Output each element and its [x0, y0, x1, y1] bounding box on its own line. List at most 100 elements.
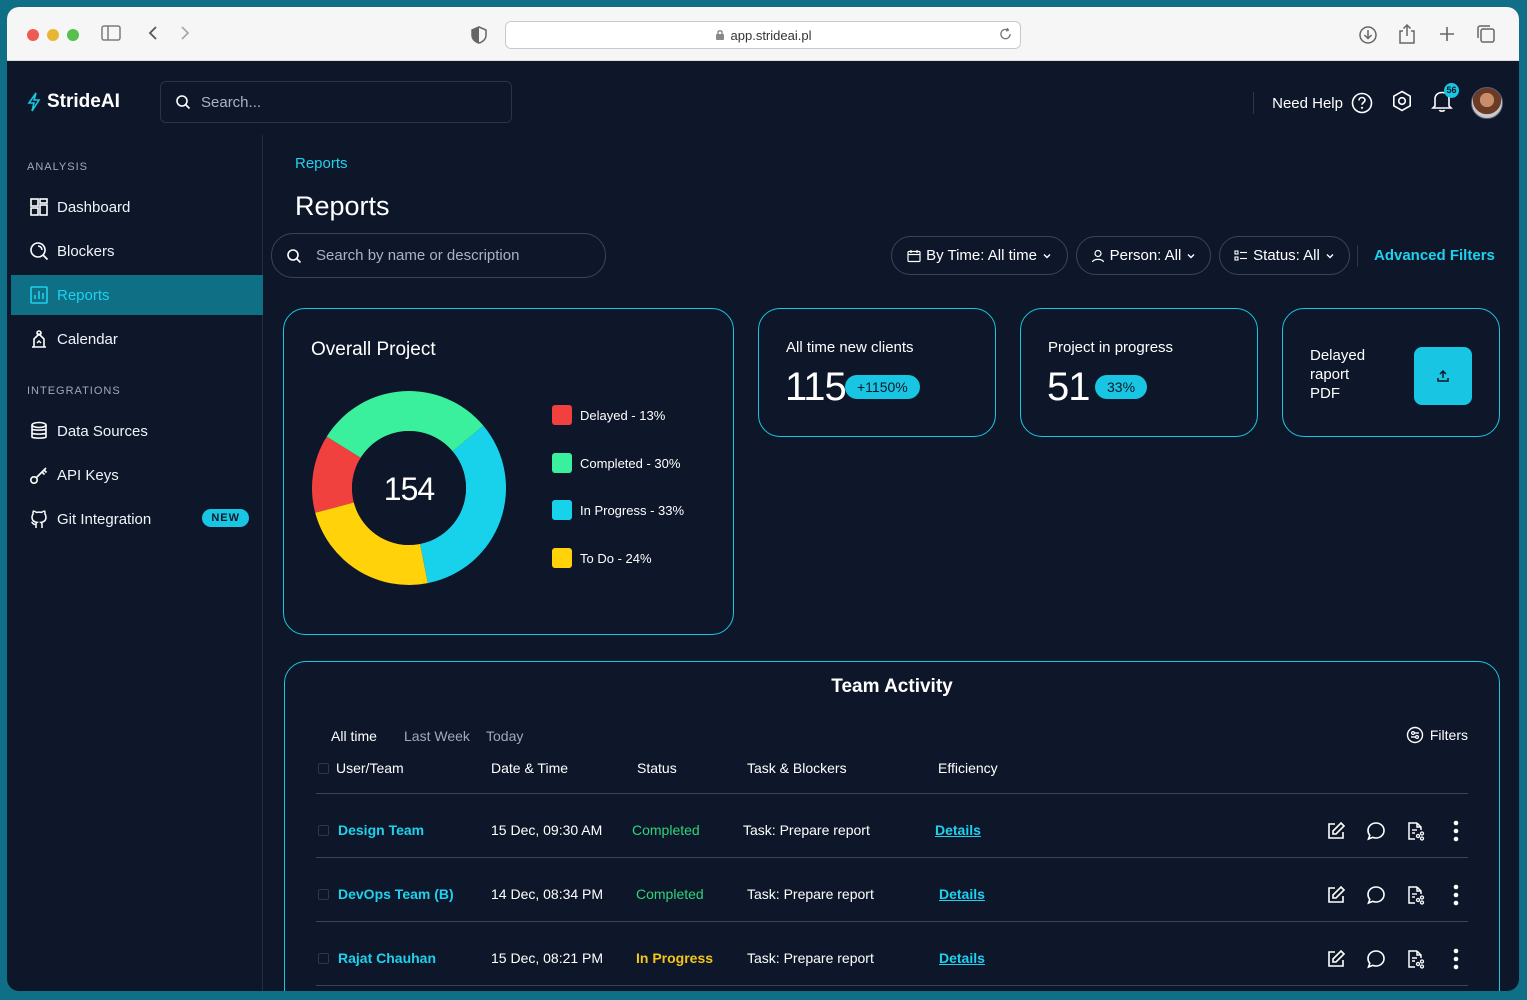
need-help-button[interactable]: Need Help — [1272, 92, 1373, 114]
sidebar-item-git-integration[interactable]: Git Integration NEW — [11, 499, 263, 539]
edit-icon[interactable] — [1324, 947, 1348, 971]
back-icon[interactable] — [147, 25, 159, 46]
download-pdf-button[interactable] — [1414, 347, 1472, 405]
app-logo[interactable]: StrideAI — [27, 91, 120, 113]
key-icon — [29, 467, 48, 485]
sidebar-item-dashboard[interactable]: Dashboard — [11, 187, 263, 227]
new-tab-icon[interactable] — [1438, 25, 1456, 48]
legend-swatch-completed — [552, 453, 572, 473]
legend-swatch-to-do — [552, 548, 572, 568]
close-window-button[interactable] — [27, 29, 39, 41]
legend-label: Delayed - 13% — [580, 407, 666, 423]
notifications-button[interactable]: 56 — [1431, 82, 1459, 118]
new-clients-card: All time new clients 115 +1150% — [758, 308, 996, 437]
tab-all-time[interactable]: All time — [331, 728, 377, 744]
more-options-icon[interactable] — [1444, 883, 1468, 907]
chevron-down-icon — [1043, 253, 1051, 258]
filters-button[interactable]: Filters — [1406, 726, 1468, 744]
lock-icon — [715, 30, 724, 40]
row-details-link[interactable]: Details — [935, 822, 981, 838]
tab-today[interactable]: Today — [486, 728, 523, 744]
header-actions: Need Help 56 — [1253, 82, 1503, 123]
settings-icon[interactable] — [1391, 90, 1413, 117]
projects-in-progress-label: Project in progress — [1048, 339, 1174, 356]
select-all-checkbox[interactable] — [318, 763, 329, 774]
row-checkbox[interactable] — [318, 953, 329, 964]
status-filter-dropdown[interactable]: Status: All — [1219, 236, 1350, 275]
sidebar-item-calendar[interactable]: Calendar — [11, 319, 263, 359]
more-options-icon[interactable] — [1444, 947, 1468, 971]
donut-chart: 154 — [312, 391, 506, 585]
row-date: 14 Dec, 08:34 PM — [491, 886, 604, 902]
time-filter-dropdown[interactable]: By Time: All time — [891, 236, 1068, 275]
column-header-date-time: Date & Time — [491, 760, 569, 776]
section-label-analysis: ANALYSIS — [27, 161, 88, 173]
team-activity-card: Team Activity All time Last Week Today F… — [284, 661, 1500, 991]
minimize-window-button[interactable] — [47, 29, 59, 41]
app-window: app.strideai.pl StrideAI Search... Need … — [7, 7, 1519, 991]
comment-icon[interactable] — [1364, 883, 1388, 907]
row-status: Completed — [636, 886, 704, 902]
person-filter-dropdown[interactable]: Person: All — [1076, 236, 1211, 275]
app-name: StrideAI — [47, 91, 120, 112]
row-details-link[interactable]: Details — [939, 886, 985, 902]
shield-icon[interactable] — [471, 26, 487, 49]
row-checkbox[interactable] — [318, 889, 329, 900]
download-icon[interactable] — [1358, 25, 1378, 50]
header-divider — [1253, 92, 1255, 114]
share-report-icon[interactable] — [1403, 883, 1427, 907]
row-divider — [316, 857, 1468, 858]
report-search-input[interactable] — [316, 247, 596, 264]
sidebar: ANALYSIS Dashboard Blockers Reports Cale… — [7, 135, 263, 991]
tabs-overview-icon[interactable] — [1476, 24, 1496, 49]
row-divider — [316, 921, 1468, 922]
new-clients-badge: +1150% — [845, 375, 920, 399]
row-checkbox[interactable] — [318, 825, 329, 836]
url-bar[interactable]: app.strideai.pl — [505, 21, 1021, 49]
share-report-icon[interactable] — [1403, 947, 1427, 971]
maximize-window-button[interactable] — [67, 29, 79, 41]
chevron-down-icon — [1326, 253, 1334, 258]
row-details-link[interactable]: Details — [939, 950, 985, 966]
sidebar-toggle-icon[interactable] — [101, 25, 121, 46]
breadcrumb[interactable]: Reports — [295, 155, 348, 172]
global-search-input[interactable] — [201, 93, 481, 111]
comment-icon[interactable] — [1364, 947, 1388, 971]
row-team[interactable]: DevOps Team (B) — [338, 886, 454, 902]
row-team[interactable]: Design Team — [338, 822, 424, 838]
sidebar-item-label: Dashboard — [57, 198, 131, 216]
overall-project-title: Overall Project — [311, 339, 436, 360]
reload-icon[interactable] — [999, 27, 1012, 44]
advanced-filters-link[interactable]: Advanced Filters — [1374, 247, 1495, 264]
edit-icon[interactable] — [1324, 819, 1348, 843]
github-icon — [31, 510, 47, 528]
sidebar-item-label: Blockers — [57, 242, 115, 260]
need-help-label: Need Help — [1272, 94, 1343, 112]
filter-icon — [1406, 726, 1424, 744]
global-search[interactable] — [160, 81, 512, 123]
sidebar-item-reports[interactable]: Reports — [11, 275, 263, 315]
comment-icon[interactable] — [1364, 819, 1388, 843]
avatar[interactable] — [1471, 87, 1503, 119]
share-report-icon[interactable] — [1403, 819, 1427, 843]
new-badge: NEW — [202, 509, 249, 527]
section-label-integrations: INTEGRATIONS — [27, 385, 121, 397]
row-team[interactable]: Rajat Chauhan — [338, 950, 436, 966]
column-header-efficiency: Efficiency — [938, 760, 998, 776]
edit-icon[interactable] — [1324, 883, 1348, 907]
more-options-icon[interactable] — [1444, 819, 1468, 843]
sidebar-item-api-keys[interactable]: API Keys — [11, 455, 263, 495]
forward-icon[interactable] — [179, 25, 191, 46]
sidebar-item-data-sources[interactable]: Data Sources — [11, 411, 263, 451]
url-text: app.strideai.pl — [730, 27, 812, 43]
projects-in-progress-badge: 33% — [1095, 375, 1148, 399]
sidebar-item-blockers[interactable]: Blockers — [11, 231, 263, 271]
sidebar-item-label: API Keys — [57, 466, 119, 484]
share-icon[interactable] — [1398, 23, 1416, 50]
sidebar-item-label: Data Sources — [57, 422, 148, 440]
new-clients-value: 115 — [785, 365, 847, 409]
row-task: Task: Prepare report — [743, 822, 870, 838]
tab-last-week[interactable]: Last Week — [404, 728, 470, 744]
report-search[interactable] — [271, 233, 606, 278]
blockers-icon — [30, 242, 49, 261]
